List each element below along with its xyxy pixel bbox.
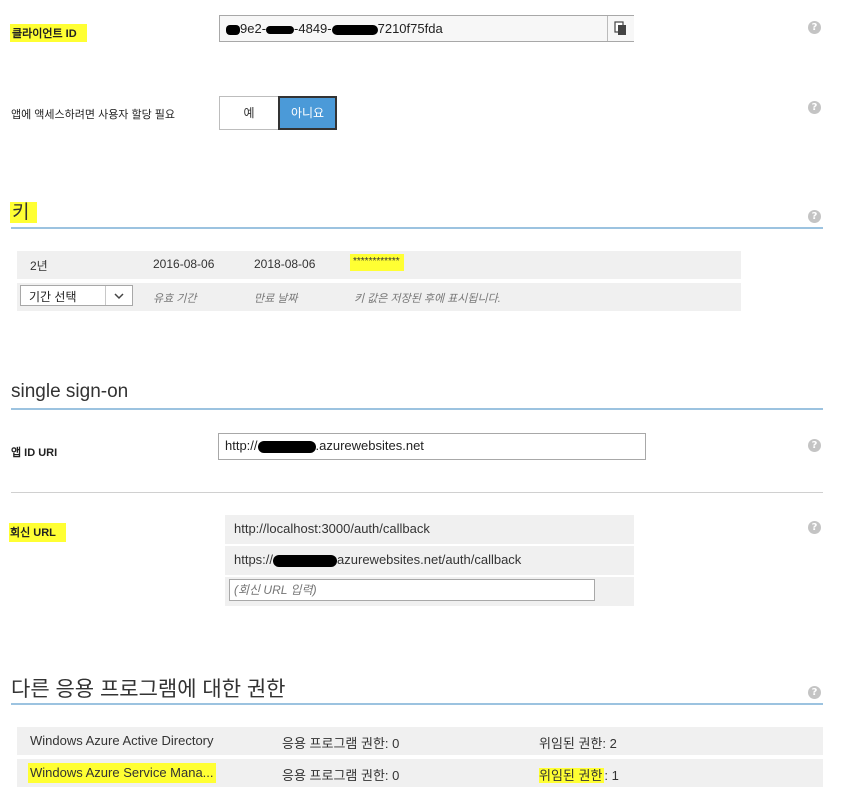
uri-part: http:// <box>225 438 258 453</box>
reply-url-label: 회신 URL <box>9 523 66 542</box>
app-id-uri-input[interactable]: http:// .azurewebsites.net <box>218 433 646 460</box>
permission-app-name[interactable]: Windows Azure Service Mana... <box>28 763 216 783</box>
redaction <box>226 24 240 35</box>
app-permissions-count: 응용 프로그램 권한: 0 <box>282 768 400 783</box>
copy-button[interactable] <box>607 16 634 41</box>
sso-section-title: single sign-on <box>11 381 129 402</box>
help-icon[interactable]: ? <box>808 686 821 699</box>
select-divider <box>105 286 106 305</box>
permission-app-name[interactable]: Windows Azure Active Directory <box>30 733 214 748</box>
delegated-label: 위임된 권한 <box>539 768 605 783</box>
delegated-label: 위임된 권한 <box>539 736 603 751</box>
permissions-divider <box>11 703 823 705</box>
reply-url-part: https:// <box>234 552 274 567</box>
delegated-permissions: 위임된 권한: 2 <box>539 733 617 752</box>
help-icon[interactable]: ? <box>808 101 821 114</box>
reply-url[interactable]: http://localhost:3000/auth/callback <box>234 521 430 536</box>
key-expires: 2018-08-06 <box>254 257 316 271</box>
help-icon[interactable]: ? <box>808 210 821 223</box>
keys-divider <box>11 227 823 229</box>
help-icon[interactable]: ? <box>808 439 821 452</box>
key-valid-from: 2016-08-06 <box>153 257 215 271</box>
client-id-label: 클라이언트 ID <box>10 24 87 42</box>
key-value-placeholder: 키 값은 저장된 후에 표시됩니다. <box>354 293 501 305</box>
key-value: ************ <box>350 254 404 271</box>
delegated-permissions: 위임된 권한: 1 <box>537 763 619 787</box>
copy-icon <box>614 21 626 35</box>
reply-url-part: azurewebsites.net/auth/callback <box>337 552 522 567</box>
reply-url[interactable]: https:// azurewebsites.net/auth/callback <box>234 552 521 567</box>
delegated-value: : 2 <box>602 736 617 751</box>
help-icon[interactable]: ? <box>808 21 821 34</box>
permissions-section-title: 다른 응용 프로그램에 대한 권한 <box>11 678 286 701</box>
redaction <box>257 440 316 453</box>
valid-from-placeholder: 유효 기간 <box>153 293 197 305</box>
sso-separator <box>11 492 823 493</box>
client-id-part: 7210f75fda <box>377 21 443 36</box>
toggle-no[interactable]: 아니요 <box>278 96 337 130</box>
app-permissions-count: 응용 프로그램 권한: 0 <box>282 736 400 751</box>
toggle-yes[interactable]: 예 <box>219 96 278 130</box>
assignment-label: 앱에 액세스하려면 사용자 할당 필요 <box>11 109 176 121</box>
sso-divider <box>11 408 823 410</box>
app-id-uri-label: 앱 ID URI <box>11 447 58 459</box>
help-icon[interactable]: ? <box>808 521 821 534</box>
key-duration: 2년 <box>30 259 48 273</box>
chevron-down-icon <box>114 293 124 300</box>
redaction <box>273 554 338 567</box>
expires-placeholder: 만료 날짜 <box>254 293 298 305</box>
keys-section-title: 키 <box>10 197 38 224</box>
client-id-part: 9e2- <box>240 21 267 36</box>
client-id-part: -4849- <box>294 21 332 36</box>
redaction <box>331 24 378 35</box>
uri-part: .azurewebsites.net <box>315 438 424 453</box>
redaction <box>266 25 295 34</box>
reply-url-input[interactable] <box>229 579 595 601</box>
duration-select-value: 기간 선택 <box>29 290 77 304</box>
client-id-field[interactable]: 9e2- -4849- 7210f75fda <box>219 15 634 42</box>
duration-select[interactable]: 기간 선택 <box>20 285 133 306</box>
delegated-value: : 1 <box>604 768 619 783</box>
